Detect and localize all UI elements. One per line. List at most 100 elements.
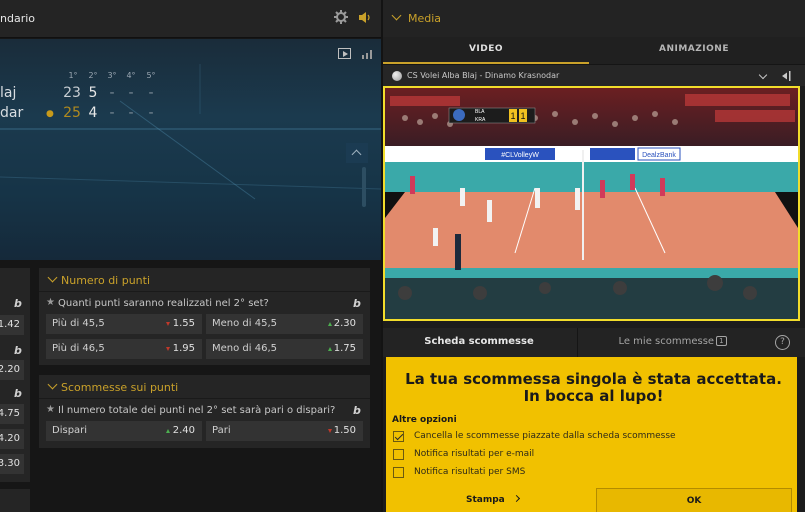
trend-up-icon [166, 429, 170, 433]
serving-indicator-icon: ● [46, 109, 54, 119]
market-scommesse-sui-punti: Scommesse sui punti ★ Il numero totale d… [39, 375, 370, 448]
collapse-scoreboard-button[interactable] [346, 143, 368, 163]
team2-set5: - [148, 105, 154, 121]
team2-set1: 25 [63, 105, 81, 121]
chevron-down-icon[interactable] [758, 70, 768, 80]
betslip-confirmation: La tua scommessa singola è stata accetta… [386, 357, 797, 512]
market-title: Numero di punti [61, 274, 151, 287]
team2-set4: - [128, 105, 134, 121]
play-video-icon[interactable] [338, 48, 351, 59]
tab-animazione[interactable]: ANIMAZIONE [591, 37, 797, 64]
left-market-column: b 1.42 b 2.20 b 4.75 4.20 3.30 [0, 268, 30, 482]
team1-name: laj [0, 85, 17, 101]
live-event-panel: ndario 1° 2° 3° 4° 5° laj 23 5 - - - dar… [0, 0, 381, 512]
set-header-2: 2° [88, 71, 98, 80]
print-button[interactable]: Stampa [466, 494, 520, 505]
star-icon[interactable]: ★ [46, 404, 55, 415]
team1-set3: - [109, 85, 115, 101]
court-lines-decoration [0, 64, 381, 200]
team1-set2: 5 [88, 85, 98, 101]
odd-button[interactable]: 3.30 [0, 454, 24, 474]
trend-down-icon [166, 347, 170, 351]
checkbox[interactable] [393, 449, 404, 460]
video-frame: #CLVolleyW DealzBank BLA KRA 1 1 [385, 88, 798, 319]
sponsor-text: DealzBank [642, 152, 676, 159]
odd-button[interactable]: 2.20 [0, 360, 24, 380]
odd-button-over-45-5[interactable]: Più di 45,5 1.55 [46, 314, 202, 334]
bet-builder-icon: b [14, 344, 22, 357]
overlay-team2: KRA [475, 117, 486, 123]
topbar-title: ndario [0, 12, 36, 25]
media-betslip-column: Media VIDEO ANIMAZIONE CS Volei Alba Bla… [383, 0, 805, 512]
ok-button[interactable]: OK [596, 488, 792, 512]
bet-builder-icon: b [14, 297, 22, 310]
odd-button[interactable]: 1.42 [0, 315, 24, 335]
team2-name: dar [0, 105, 24, 121]
banner-text: #CLVolleyW [501, 152, 539, 159]
overlay-sets2: 1 [520, 111, 525, 121]
bet-builder-icon: b [353, 297, 361, 310]
left-market-panel-stub [0, 489, 30, 512]
media-title: Media [408, 12, 442, 25]
market-header[interactable]: Numero di punti [39, 268, 370, 292]
options-title: Altre opzioni [392, 415, 457, 425]
tab-le-mie-scommesse[interactable]: Le mie scommesse 1 [577, 328, 767, 357]
my-bets-count-badge: 1 [716, 336, 727, 346]
odd-button-under-45-5[interactable]: Meno di 45,5 2.30 [206, 314, 363, 334]
gear-icon[interactable] [334, 10, 348, 24]
odd-button[interactable]: 4.20 [0, 429, 24, 449]
odd-button-over-46-5[interactable]: Più di 46,5 1.95 [46, 339, 202, 359]
bet-builder-icon: b [353, 404, 361, 417]
checkbox-checked[interactable] [393, 431, 404, 442]
help-icon[interactable]: ? [775, 335, 790, 350]
team2-set2: 4 [88, 105, 98, 121]
odd-button-dispari[interactable]: Dispari 2.40 [46, 421, 202, 441]
star-icon[interactable]: ★ [46, 297, 55, 308]
market-question: Quanti punti saranno realizzati nel 2° s… [58, 298, 269, 309]
bet-accepted-message: La tua scommessa singola è stata accetta… [405, 370, 782, 405]
trend-up-icon [328, 322, 332, 326]
set-header-1: 1° [68, 71, 78, 80]
chevron-down-icon [47, 379, 58, 390]
event-top-bar: ndario [0, 0, 381, 38]
checkbox[interactable] [393, 467, 404, 478]
stats-icon[interactable] [362, 50, 372, 59]
chevron-down-icon [47, 272, 58, 283]
market-header[interactable]: Scommesse sui punti [39, 375, 370, 399]
team1-set4: - [128, 85, 134, 101]
tab-mine-label: Le mie scommesse [618, 336, 715, 347]
tab-video[interactable]: VIDEO [383, 37, 589, 64]
trend-up-icon [328, 347, 332, 351]
print-label: Stampa [466, 495, 505, 505]
odd-button-pari[interactable]: Pari 1.50 [206, 421, 363, 441]
market-numero-di-punti: Numero di punti ★ Quanti punti saranno r… [39, 268, 370, 365]
volleyball-icon [392, 71, 402, 81]
speaker-icon[interactable] [358, 11, 372, 24]
video-player[interactable]: #CLVolleyW DealzBank BLA KRA 1 1 [383, 86, 800, 321]
event-name: CS Volei Alba Blaj - Dinamo Krasnodar [407, 71, 560, 80]
chevron-right-icon [512, 494, 520, 503]
betslip-tabs: Scheda scommesse Le mie scommesse 1 [383, 328, 805, 357]
team1-set5: - [148, 85, 154, 101]
media-header[interactable]: Media [383, 0, 805, 37]
odd-button-under-46-5[interactable]: Meno di 46,5 1.75 [206, 339, 363, 359]
chevron-down-icon [391, 10, 402, 21]
media-tabs: VIDEO ANIMAZIONE [383, 37, 805, 64]
set-header-5: 5° [146, 71, 156, 80]
market-question: Il numero totale dei punti nel 2° set sa… [58, 405, 336, 416]
market-title: Scommesse sui punti [61, 381, 179, 394]
overlay-team1: BLA [475, 109, 485, 115]
scoreboard: 1° 2° 3° 4° 5° laj 23 5 - - - dar ● 25 4… [0, 39, 381, 260]
team2-set3: - [109, 105, 115, 121]
set-header-3: 3° [107, 71, 117, 80]
bet-builder-icon: b [14, 387, 22, 400]
tab-scheda-scommesse[interactable]: Scheda scommesse [383, 328, 575, 357]
team1-set1: 23 [63, 85, 81, 101]
event-selector[interactable]: CS Volei Alba Blaj - Dinamo Krasnodar [383, 64, 805, 86]
trend-down-icon [328, 429, 332, 433]
odd-button[interactable]: 4.75 [0, 404, 24, 424]
set-header-4: 4° [126, 71, 136, 80]
overlay-sets1: 1 [510, 111, 515, 121]
detach-video-icon[interactable] [781, 71, 791, 81]
scoreboard-scrollbar[interactable] [362, 167, 366, 207]
